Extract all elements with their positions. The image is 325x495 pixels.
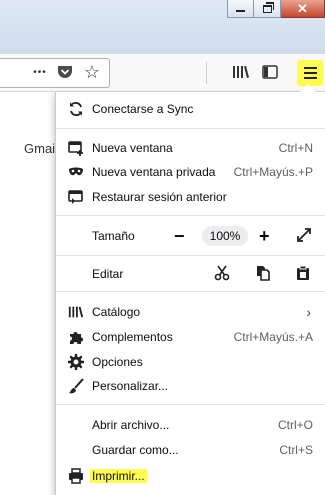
menu-item-label: Personalizar... bbox=[92, 379, 169, 393]
printer-icon bbox=[68, 468, 84, 484]
menu-item-label: Opciones bbox=[92, 355, 143, 369]
zoom-out-button[interactable]: − bbox=[174, 226, 185, 247]
zoom-reset-button[interactable]: 100% bbox=[202, 226, 248, 246]
menu-item-print[interactable]: Imprimir... bbox=[56, 464, 325, 488]
menu-item-new-window[interactable]: Nueva ventana Ctrl+N bbox=[56, 136, 325, 160]
menu-item-label: Nueva ventana bbox=[92, 141, 173, 155]
chevron-right-icon: › bbox=[306, 304, 311, 320]
menu-item-options[interactable]: Opciones bbox=[56, 350, 325, 374]
menu-item-private-window[interactable]: Nueva ventana privada Ctrl+Mayús.+P bbox=[56, 160, 325, 184]
menu-separator bbox=[56, 404, 325, 405]
menu-separator bbox=[56, 128, 325, 129]
gear-icon bbox=[68, 354, 84, 370]
fullscreen-icon[interactable] bbox=[296, 227, 312, 246]
puzzle-piece-icon bbox=[68, 329, 84, 345]
menu-item-label: Complementos bbox=[92, 330, 173, 344]
menu-item-label: Catálogo bbox=[92, 305, 141, 319]
zoom-in-button[interactable]: + bbox=[259, 226, 270, 247]
menu-item-save-as[interactable]: Guardar como... Ctrl+S bbox=[56, 438, 325, 462]
menu-item-customize[interactable]: Personalizar... bbox=[56, 374, 325, 398]
shortcut-text: Ctrl+Mayús.+P bbox=[233, 165, 313, 179]
menu-item-library[interactable]: Catálogo › bbox=[56, 300, 325, 324]
hamburger-line bbox=[303, 67, 317, 69]
shortcut-text: Ctrl+O bbox=[277, 418, 313, 432]
shortcut-text: Ctrl+S bbox=[279, 443, 313, 457]
menu-item-label: Guardar como... bbox=[92, 443, 179, 457]
minimize-button[interactable] bbox=[227, 0, 254, 18]
hamburger-line bbox=[303, 72, 317, 74]
menu-separator bbox=[56, 215, 325, 216]
menu-separator bbox=[56, 291, 325, 292]
maximize-button[interactable] bbox=[254, 0, 281, 18]
new-window-icon bbox=[68, 140, 84, 156]
edit-label: Editar bbox=[92, 267, 124, 281]
close-window-button[interactable]: ✕ bbox=[281, 0, 325, 18]
page-actions-icon[interactable]: ••• bbox=[28, 58, 52, 86]
sync-icon bbox=[68, 101, 84, 117]
paintbrush-icon bbox=[68, 378, 84, 394]
library-icon[interactable] bbox=[229, 58, 253, 86]
library-icon bbox=[68, 304, 84, 320]
shortcut-text: Ctrl+Mayús.+A bbox=[233, 330, 313, 344]
app-menu-panel: Conectarse a Sync Nueva ventana Ctrl+N N… bbox=[55, 84, 325, 495]
pocket-icon[interactable] bbox=[53, 58, 77, 86]
hamburger-line bbox=[303, 77, 317, 79]
restore-icon bbox=[262, 1, 274, 13]
menu-item-open-file[interactable]: Abrir archivo... Ctrl+O bbox=[56, 413, 325, 437]
minimize-icon bbox=[236, 10, 245, 12]
copy-icon[interactable] bbox=[255, 265, 271, 284]
menu-item-zoom: Tamaño − 100% + bbox=[56, 224, 325, 248]
menu-item-label: Imprimir... bbox=[90, 469, 147, 483]
menu-item-label: Abrir archivo... bbox=[92, 418, 170, 432]
menu-item-edit: Editar bbox=[56, 262, 325, 286]
bookmark-star-icon[interactable]: ☆ bbox=[80, 58, 104, 86]
sidebar-icon[interactable] bbox=[258, 58, 282, 86]
navigation-toolbar: ••• ☆ bbox=[0, 54, 325, 92]
cut-icon[interactable] bbox=[214, 265, 230, 284]
menu-item-label: Restaurar sesión anterior bbox=[92, 190, 227, 204]
close-icon: ✕ bbox=[297, 1, 308, 16]
window-controls: ✕ bbox=[227, 0, 325, 20]
page-partial-text: Gmai bbox=[24, 141, 56, 156]
menu-item-label: Conectarse a Sync bbox=[92, 102, 194, 116]
menu-item-addons[interactable]: Complementos Ctrl+Mayús.+A bbox=[56, 325, 325, 349]
restore-session-icon bbox=[68, 189, 84, 205]
menu-item-label: Nueva ventana privada bbox=[92, 165, 216, 179]
private-mask-icon bbox=[68, 164, 84, 180]
menu-item-restore-session[interactable]: Restaurar sesión anterior bbox=[56, 185, 325, 209]
zoom-label: Tamaño bbox=[92, 229, 135, 243]
shortcut-text: Ctrl+N bbox=[278, 141, 313, 155]
toolbar-separator bbox=[206, 62, 207, 84]
paste-icon[interactable] bbox=[295, 265, 311, 284]
menu-separator bbox=[56, 255, 325, 256]
menu-item-sync[interactable]: Conectarse a Sync bbox=[56, 97, 325, 121]
hamburger-menu-button[interactable] bbox=[297, 60, 323, 86]
